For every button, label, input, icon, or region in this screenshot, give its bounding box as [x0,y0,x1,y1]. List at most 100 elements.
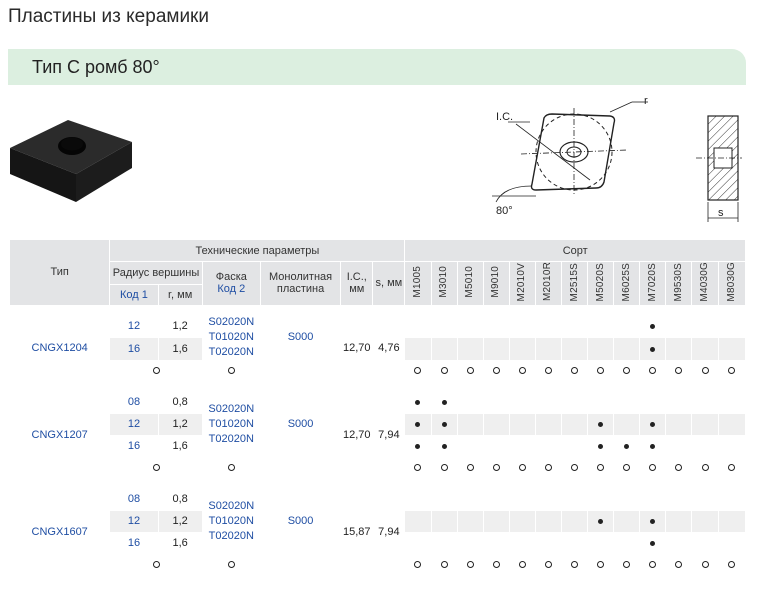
grade-availability [639,509,667,533]
grade-footer [691,359,719,383]
grade-availability [587,412,615,436]
grade-availability [508,531,536,555]
r-label: r [644,95,648,107]
chamfer-footer [201,553,261,577]
grade-availability [508,434,536,458]
grade-availability [430,487,458,511]
grade-footer [587,456,615,480]
chamfer-footer [201,456,261,480]
ic-value: 12,70 [340,390,374,480]
table-body: CNGX1204 12 1,2 S02020N T01020N T02020N S000 12… [8,305,747,577]
grade-footer [456,359,484,383]
grade-availability [508,336,536,361]
ring-icon [440,561,448,569]
grade-footer [613,359,641,383]
insert-image [10,120,132,202]
ring-icon [571,464,579,472]
grade-availability [482,412,510,436]
radius-value: 1,6 [157,336,203,361]
grade-availability [691,336,719,361]
ring-icon [492,367,500,375]
ring-icon [518,561,526,569]
tech-params-header: Технические параметры [109,239,406,262]
grade-availability [508,313,536,338]
ring-icon [623,464,631,472]
mono-footer [259,359,342,383]
grade-availability [482,531,510,555]
chamfer-code: T02020N [208,529,254,542]
insert-type: CNGX1204 [8,313,111,383]
grade-footer [482,456,510,480]
available-dot-icon [650,422,656,428]
grade-footer [430,553,458,577]
ring-icon [227,367,235,375]
ring-icon [414,464,422,472]
grade-col-10: M9530S [665,261,693,306]
radius-value: 1,2 [157,313,203,338]
grade-availability [534,313,563,338]
grade-footer [456,456,484,480]
grade-footer [508,553,536,577]
grade-footer [404,456,432,480]
monolithic-code: S000 [259,313,342,361]
radius-code: 12 [109,412,159,436]
grade-availability [508,509,536,533]
available-dot-icon [650,541,656,547]
available-dot-icon [415,422,421,428]
available-dot-icon [598,519,604,525]
insert-type: CNGX1607 [8,487,111,577]
grade-footer [587,553,615,577]
grade-col-7: M5020S [587,261,615,306]
grade-footer [560,553,589,577]
ic-value: 12,70 [340,313,374,383]
grade-footer [508,359,536,383]
grade-availability [404,313,432,338]
grade-availability [613,336,641,361]
ring-icon [675,464,683,472]
ring-icon [675,561,683,569]
grade-availability [482,487,510,511]
specification-table: Тип Технические параметры Сорт Радиус ве… [8,239,747,577]
ring-icon [492,561,500,569]
grade-availability [639,487,667,511]
ring-icon [597,561,605,569]
grade-availability [456,313,484,338]
code2-header: Код 2 [217,283,246,296]
grade-availability [717,412,747,436]
available-dot-icon [598,444,604,450]
grade-col-5: M2010R [534,261,563,306]
grade-availability [560,434,589,458]
grade-header: Сорт [404,239,746,262]
grade-footer [482,553,510,577]
grade-footer [482,359,510,383]
chamfer-codes: S02020N T01020N T02020N [201,313,261,361]
ring-icon [571,561,579,569]
grade-col-11: M4030G [691,261,719,306]
grade-availability [404,487,432,511]
ring-icon [571,367,579,375]
chamfer-header: Фаска Код 2 [201,261,261,306]
radius-value: 0,8 [157,487,203,511]
ring-icon [701,464,709,472]
section-title: Тип С ромб 80° [32,57,160,77]
ring-icon [227,561,235,569]
grade-footer [404,359,432,383]
grade-footer [665,553,693,577]
available-dot-icon [650,519,656,525]
grade-availability [430,412,458,436]
grade-availability [534,487,563,511]
grade-availability [404,434,432,458]
monolithic-code: S000 [259,487,342,555]
grade-availability [613,531,641,555]
available-dot-icon [441,444,447,450]
radius-code: 16 [109,336,159,361]
grade-footer [430,359,458,383]
grade-availability [430,390,458,414]
grade-availability [560,390,589,414]
grade-availability [534,412,563,436]
grade-col-0: M1005 [404,261,432,306]
grade-availability [430,434,458,458]
angle-label: 80° [496,205,513,217]
chamfer-header-label: Фаска [215,271,247,284]
grade-availability [508,487,536,511]
